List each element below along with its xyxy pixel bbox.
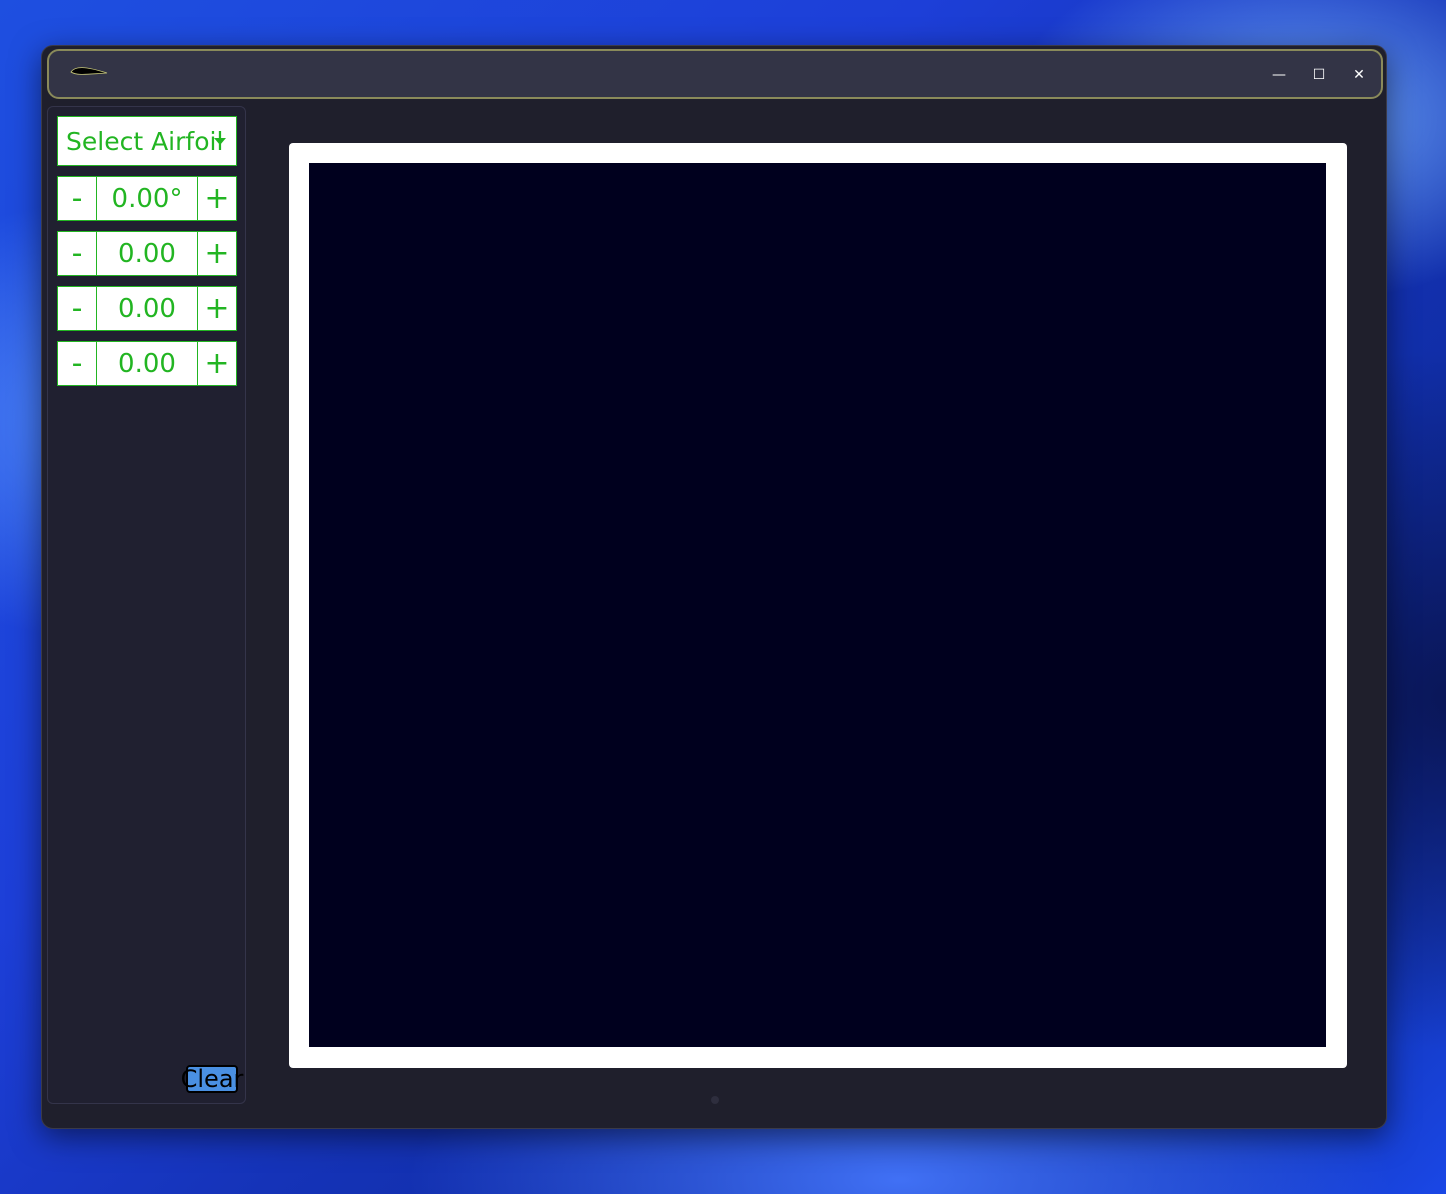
- maximize-icon: ☐: [1312, 67, 1326, 83]
- minimize-button[interactable]: —: [1264, 61, 1294, 89]
- title-bar[interactable]: — ☐ ✕: [47, 49, 1383, 99]
- resize-handle[interactable]: [711, 1096, 719, 1104]
- maximize-button[interactable]: ☐: [1304, 61, 1334, 89]
- stepper-value[interactable]: 0.00: [97, 286, 197, 331]
- increment-button[interactable]: +: [197, 341, 237, 386]
- increment-button[interactable]: +: [197, 176, 237, 221]
- airfoil-icon: [70, 67, 108, 75]
- close-icon: ✕: [1353, 67, 1365, 83]
- stepper-value[interactable]: 0.00°: [97, 176, 197, 221]
- parameter-stepper-3: - 0.00 +: [57, 286, 237, 331]
- close-button[interactable]: ✕: [1344, 61, 1374, 89]
- decrement-button[interactable]: -: [57, 176, 97, 221]
- stepper-value[interactable]: 0.00: [97, 231, 197, 276]
- control-panel: Select Airfoil - 0.00° + - 0.00 + - 0.00…: [47, 106, 246, 1104]
- parameter-stepper-2: - 0.00 +: [57, 231, 237, 276]
- canvas-frame: [289, 143, 1347, 1068]
- chevron-down-icon: [214, 138, 226, 145]
- decrement-button[interactable]: -: [57, 341, 97, 386]
- angle-stepper: - 0.00° +: [57, 176, 237, 221]
- app-window: — ☐ ✕ Select Airfoil - 0.00° + - 0.00 + …: [41, 45, 1387, 1129]
- airfoil-select-label: Select Airfoil: [66, 126, 224, 156]
- simulation-canvas[interactable]: [309, 163, 1326, 1047]
- parameter-stepper-4: - 0.00 +: [57, 341, 237, 386]
- clear-button[interactable]: Clear: [181, 1065, 243, 1093]
- airfoil-select-dropdown[interactable]: Select Airfoil: [57, 116, 237, 166]
- increment-button[interactable]: +: [197, 286, 237, 331]
- increment-button[interactable]: +: [197, 231, 237, 276]
- decrement-button[interactable]: -: [57, 231, 97, 276]
- minimize-icon: —: [1272, 67, 1286, 83]
- decrement-button[interactable]: -: [57, 286, 97, 331]
- stepper-value[interactable]: 0.00: [97, 341, 197, 386]
